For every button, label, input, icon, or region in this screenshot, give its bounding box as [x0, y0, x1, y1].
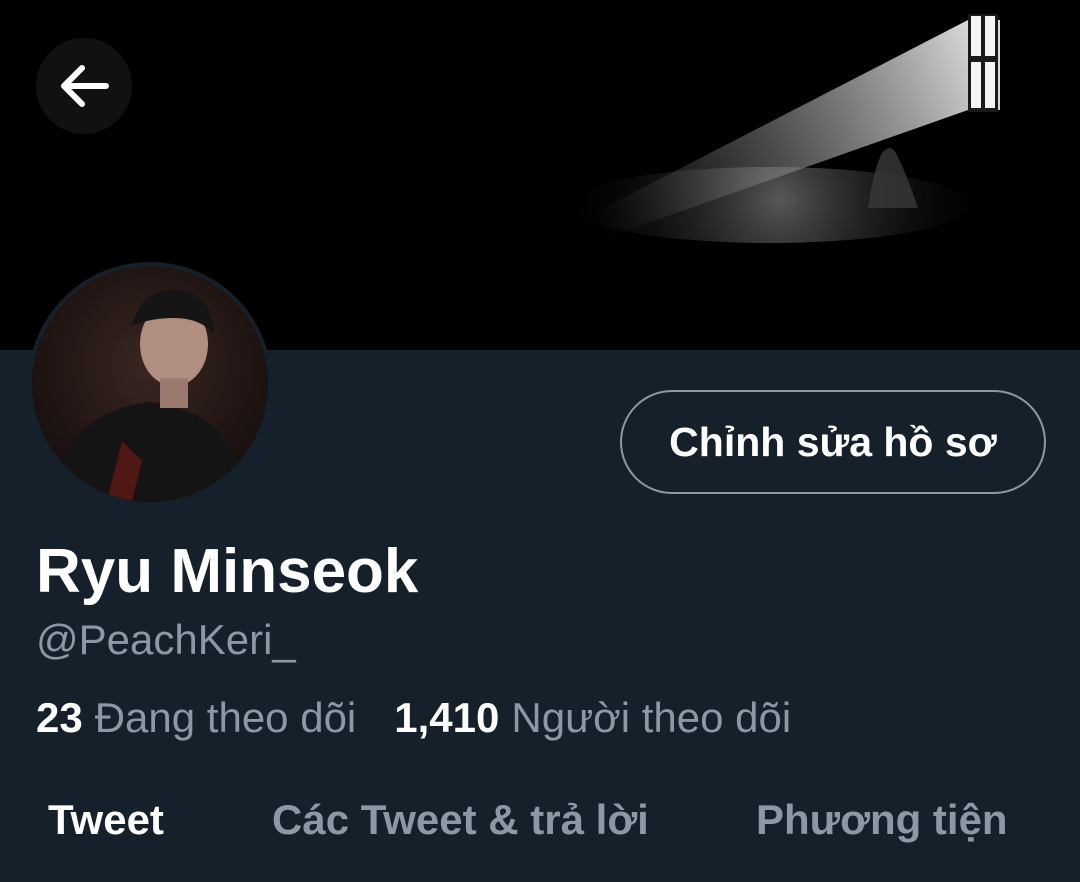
followers-stat[interactable]: 1,410 Người theo dõi — [394, 694, 791, 742]
tab-tweets[interactable]: Tweet — [48, 796, 164, 844]
following-label: Đang theo dõi — [94, 694, 357, 741]
edit-profile-label: Chỉnh sửa hồ sơ — [669, 418, 997, 465]
tab-tweets-and-replies[interactable]: Các Tweet & trả lời — [272, 796, 649, 844]
followers-label: Người theo dõi — [511, 694, 792, 741]
display-name: Ryu Minseok — [36, 537, 419, 606]
following-stat[interactable]: 23 Đang theo dõi — [36, 694, 356, 742]
user-handle: @PeachKeri_ — [36, 616, 296, 663]
following-count: 23 — [36, 694, 83, 741]
followers-count: 1,410 — [394, 694, 500, 741]
tab-media[interactable]: Phương tiện — [756, 796, 1008, 844]
arrow-left-icon — [61, 65, 109, 107]
profile-page: Chỉnh sửa hồ sơ Ryu Minseok @PeachKeri_ … — [0, 0, 1080, 882]
back-button[interactable] — [36, 38, 132, 134]
follow-stats: 23 Đang theo dõi 1,410 Người theo dõi — [36, 694, 791, 742]
edit-profile-button[interactable]: Chỉnh sửa hồ sơ — [620, 390, 1046, 494]
avatar[interactable] — [28, 262, 272, 506]
avatar-image — [32, 266, 268, 502]
profile-tabs: Tweet Các Tweet & trả lời Phương tiện — [0, 796, 1080, 882]
